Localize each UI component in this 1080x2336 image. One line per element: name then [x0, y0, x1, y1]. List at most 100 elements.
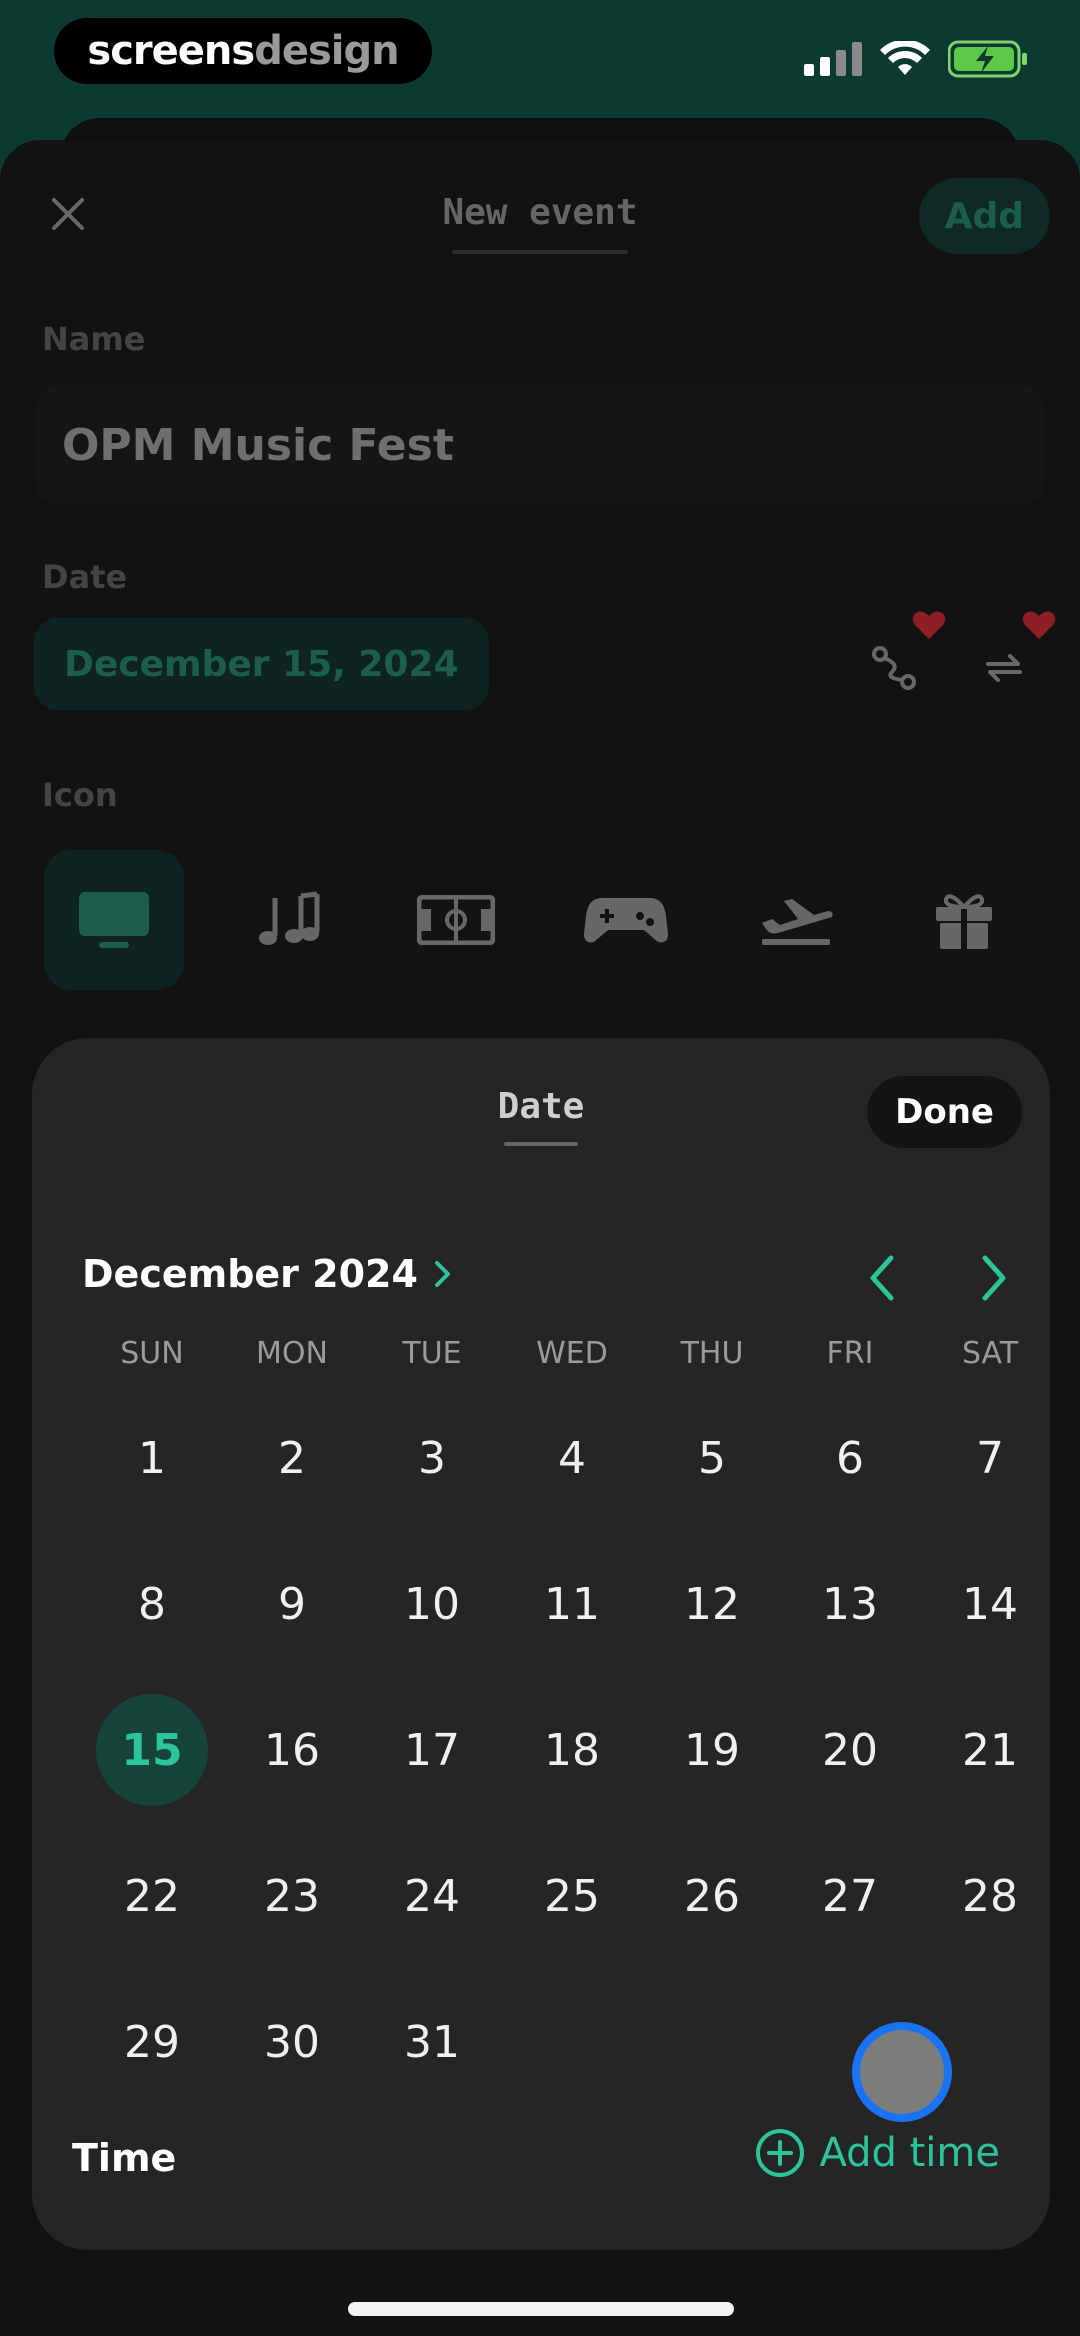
- tv-icon: [79, 892, 149, 948]
- calendar-day[interactable]: 9: [222, 1544, 362, 1664]
- day-number: 29: [124, 2016, 180, 2068]
- month-selector[interactable]: December 2024: [82, 1252, 454, 1296]
- day-number: 27: [822, 1870, 878, 1922]
- calendar-day[interactable]: 18: [502, 1690, 642, 1810]
- heart-icon-2: [1022, 611, 1056, 639]
- date-chip[interactable]: December 15, 2024: [34, 618, 489, 710]
- weekday-label: MON: [256, 1336, 328, 1371]
- calendar-day[interactable]: 31: [362, 1982, 502, 2102]
- calendar-day[interactable]: 28: [920, 1836, 1060, 1956]
- calendar-day[interactable]: 11: [502, 1544, 642, 1664]
- touch-indicator: [852, 2022, 952, 2122]
- calendar-day[interactable]: 7: [920, 1398, 1060, 1518]
- calendar-day[interactable]: 5: [642, 1398, 782, 1518]
- day-number: 20: [822, 1724, 878, 1776]
- calendar-day[interactable]: 1: [82, 1398, 222, 1518]
- name-input[interactable]: OPM Music Fest: [34, 385, 1046, 505]
- calendar-day[interactable]: 21: [920, 1690, 1060, 1810]
- picker-title-underline: [504, 1142, 578, 1146]
- done-button[interactable]: Done: [867, 1076, 1022, 1148]
- day-number: 21: [962, 1724, 1018, 1776]
- day-number: 18: [544, 1724, 600, 1776]
- battery-charging-icon: [948, 40, 1027, 78]
- weekday-header: SUN MON TUE WED THU FRI SAT: [32, 1336, 1050, 1380]
- calendar-day[interactable]: 24: [362, 1836, 502, 1956]
- day-number: 5: [698, 1432, 726, 1484]
- calendar-day[interactable]: 26: [642, 1836, 782, 1956]
- calendar-day[interactable]: 29: [82, 1982, 222, 2102]
- brand-part-1: screens: [87, 28, 255, 74]
- gamepad-icon: [584, 898, 668, 943]
- calendar-day[interactable]: 23: [222, 1836, 362, 1956]
- weekday-label: WED: [536, 1336, 608, 1371]
- day-number: 19: [684, 1724, 740, 1776]
- calendar-day[interactable]: 10: [362, 1544, 502, 1664]
- status-icons: [804, 40, 1028, 78]
- screen: screens design New event Add Name OPM Mu…: [0, 0, 1080, 2336]
- add-time-label: Add time: [819, 2130, 1000, 2176]
- calendar-day[interactable]: 13: [780, 1544, 920, 1664]
- prev-month-button[interactable]: [852, 1248, 912, 1308]
- calendar-day[interactable]: 20: [780, 1690, 920, 1810]
- weekday-label: TUE: [402, 1336, 462, 1371]
- day-number: 7: [976, 1432, 1004, 1484]
- day-number: 8: [138, 1578, 166, 1630]
- day-number: 11: [544, 1578, 600, 1630]
- weekday-label: SAT: [961, 1336, 1019, 1371]
- icon-option-airplane[interactable]: [726, 850, 866, 990]
- chevron-right-icon: [982, 1255, 1006, 1301]
- day-number: 13: [822, 1578, 878, 1630]
- music-notes-icon: [259, 891, 320, 945]
- day-number: 22: [124, 1870, 180, 1922]
- gift-icon: [936, 894, 992, 949]
- route-icon: [872, 646, 916, 690]
- calendar-day[interactable]: 27: [780, 1836, 920, 1956]
- calendar-day[interactable]: 4: [502, 1398, 642, 1518]
- add-button[interactable]: Add: [918, 178, 1050, 254]
- calendar-day[interactable]: 12: [642, 1544, 782, 1664]
- calendar-day[interactable]: 17: [362, 1690, 502, 1810]
- calendar-day-selected[interactable]: 15: [82, 1690, 222, 1810]
- icon-option-gamepad[interactable]: [556, 850, 696, 990]
- icon-option-stadium[interactable]: [386, 850, 526, 990]
- title-underline: [452, 250, 628, 254]
- weekday-label: SUN: [120, 1336, 184, 1371]
- day-number: 6: [836, 1432, 864, 1484]
- icon-option-tv[interactable]: [44, 850, 184, 990]
- day-number: 10: [404, 1578, 460, 1630]
- calendar-day[interactable]: 16: [222, 1690, 362, 1810]
- calendar-day[interactable]: 2: [222, 1398, 362, 1518]
- time-label: Time: [72, 2136, 177, 2180]
- wifi-icon: [880, 41, 930, 75]
- calendar-day[interactable]: 19: [642, 1690, 782, 1810]
- heart-icon: [912, 611, 946, 639]
- day-number: 14: [962, 1578, 1018, 1630]
- calendar-day[interactable]: 8: [82, 1544, 222, 1664]
- day-number: 15: [121, 1724, 183, 1776]
- day-number: 28: [962, 1870, 1018, 1922]
- calendar-day[interactable]: 30: [222, 1982, 362, 2102]
- calendar-day[interactable]: 3: [362, 1398, 502, 1518]
- icon-option-gift[interactable]: [894, 850, 1034, 990]
- icon-picker-row: [34, 840, 1046, 1000]
- calendar-day[interactable]: 22: [82, 1836, 222, 1956]
- day-number: 2: [278, 1432, 306, 1484]
- calendar-day[interactable]: 6: [780, 1398, 920, 1518]
- icon-option-music[interactable]: [220, 850, 360, 990]
- next-month-button[interactable]: [964, 1248, 1024, 1308]
- day-number: 17: [404, 1724, 460, 1776]
- weekday-label: THU: [680, 1336, 744, 1371]
- day-number: 3: [418, 1432, 446, 1484]
- day-number: 30: [264, 2016, 320, 2068]
- weekday-label: FRI: [826, 1336, 874, 1371]
- calendar-day[interactable]: 25: [502, 1836, 642, 1956]
- date-label: Date: [42, 558, 128, 596]
- calendar-day[interactable]: 14: [920, 1544, 1060, 1664]
- day-number: 31: [404, 2016, 460, 2068]
- day-number: 23: [264, 1870, 320, 1922]
- brand-part-2: design: [254, 28, 399, 74]
- repeat-icon: [986, 654, 1022, 682]
- add-time-button[interactable]: Add time: [755, 2128, 1000, 2178]
- home-indicator[interactable]: [348, 2302, 734, 2316]
- sheet-title: New event: [442, 192, 638, 233]
